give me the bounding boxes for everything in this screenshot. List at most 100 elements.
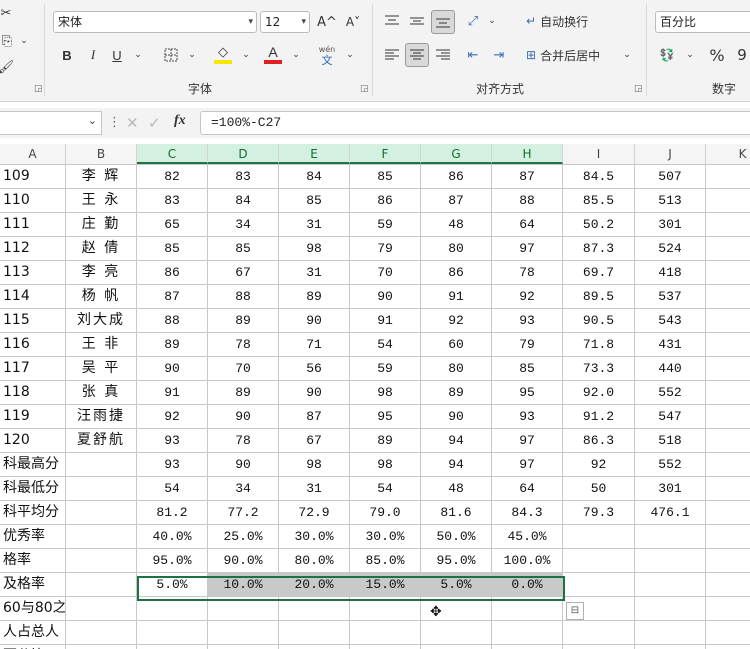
cell-h[interactable]: 78 bbox=[492, 261, 563, 285]
cell-i[interactable]: 50.2 bbox=[563, 213, 635, 237]
cell-h[interactable] bbox=[492, 597, 563, 621]
cell-g[interactable]: 94 bbox=[421, 429, 492, 453]
cell-b[interactable]: 王 非 bbox=[66, 333, 137, 357]
cell-c[interactable]: 91 bbox=[137, 381, 208, 405]
font-color-button[interactable]: A bbox=[262, 42, 284, 66]
cell-g[interactable]: 5.0% bbox=[421, 573, 492, 597]
cell-c[interactable]: 92 bbox=[137, 405, 208, 429]
percent-button[interactable]: % bbox=[706, 44, 728, 66]
cell-h[interactable]: 85 bbox=[492, 357, 563, 381]
cell-f[interactable]: 70 bbox=[350, 261, 421, 285]
cell-a[interactable]: 科最高分 bbox=[0, 453, 66, 477]
cancel-icon[interactable]: ✕ bbox=[126, 114, 139, 132]
cell-k[interactable] bbox=[706, 261, 750, 285]
cell-f[interactable]: 15.0% bbox=[350, 573, 421, 597]
cell-i[interactable]: 86.3 bbox=[563, 429, 635, 453]
cell-d[interactable]: 34 bbox=[208, 213, 279, 237]
orientation-dropdown-icon[interactable]: ⌄ bbox=[486, 14, 498, 28]
cell-k[interactable] bbox=[706, 549, 750, 573]
align-middle-button[interactable] bbox=[406, 10, 428, 32]
cell-b[interactable]: 张 真 bbox=[66, 381, 137, 405]
cell-f[interactable]: 98 bbox=[350, 453, 421, 477]
cell-f[interactable]: 85 bbox=[350, 165, 421, 189]
cell-c[interactable]: 81.2 bbox=[137, 501, 208, 525]
cell-c[interactable]: 89 bbox=[137, 333, 208, 357]
cell-g[interactable]: 60 bbox=[421, 333, 492, 357]
name-box[interactable]: ⌄ bbox=[0, 111, 102, 135]
cell-c[interactable]: 85 bbox=[137, 237, 208, 261]
cell-a[interactable]: 119 bbox=[0, 405, 66, 429]
cell-c[interactable]: 40.0% bbox=[137, 525, 208, 549]
font-name-combo[interactable]: 宋体 ▾ bbox=[53, 11, 257, 33]
merge-dropdown-icon[interactable]: ⌄ bbox=[620, 46, 634, 64]
underline-dropdown-icon[interactable]: ⌄ bbox=[132, 46, 144, 64]
cell-d[interactable]: 90.0% bbox=[208, 549, 279, 573]
cell-d[interactable]: 34 bbox=[208, 477, 279, 501]
merge-center-button[interactable]: ⊞ 合并后居中 bbox=[526, 44, 618, 66]
cell-f[interactable]: 90 bbox=[350, 285, 421, 309]
cell-b[interactable]: 庄 勤 bbox=[66, 213, 137, 237]
cell-h[interactable] bbox=[492, 645, 563, 649]
orientation-button[interactable]: ⤢ bbox=[462, 10, 484, 32]
cell-i[interactable]: 69.7 bbox=[563, 261, 635, 285]
increase-indent-button[interactable]: ⇥ bbox=[488, 44, 510, 66]
cell-k[interactable] bbox=[706, 477, 750, 501]
cell-j[interactable]: 547 bbox=[635, 405, 706, 429]
cell-i[interactable]: 92.0 bbox=[563, 381, 635, 405]
cell-h[interactable]: 0.0% bbox=[492, 573, 563, 597]
cell-a[interactable]: 优秀率 bbox=[0, 525, 66, 549]
cell-b[interactable]: 李 亮 bbox=[66, 261, 137, 285]
cell-a[interactable]: 116 bbox=[0, 333, 66, 357]
cell-j[interactable]: 513 bbox=[635, 189, 706, 213]
cell-e[interactable]: 56 bbox=[279, 357, 350, 381]
cell-b[interactable]: 王 永 bbox=[66, 189, 137, 213]
cell-e[interactable]: 90 bbox=[279, 381, 350, 405]
cell-d[interactable] bbox=[208, 645, 279, 649]
italic-button[interactable]: I bbox=[82, 44, 104, 66]
cell-g[interactable]: 95.0% bbox=[421, 549, 492, 573]
cell-k[interactable] bbox=[706, 333, 750, 357]
cell-h[interactable] bbox=[492, 621, 563, 645]
format-painter-icon[interactable]: 🖌 bbox=[0, 58, 14, 76]
cell-e[interactable]: 31 bbox=[279, 261, 350, 285]
column-header-k[interactable]: K bbox=[706, 144, 750, 164]
clipboard-launcher-icon[interactable]: ◲ bbox=[34, 84, 43, 94]
cell-e[interactable]: 31 bbox=[279, 477, 350, 501]
column-header-g[interactable]: G bbox=[421, 144, 492, 164]
cell-k[interactable] bbox=[706, 285, 750, 309]
cell-i[interactable] bbox=[563, 525, 635, 549]
border-button[interactable] bbox=[160, 44, 182, 66]
cell-f[interactable]: 59 bbox=[350, 213, 421, 237]
cell-d[interactable] bbox=[208, 621, 279, 645]
shrink-font-button[interactable]: A˅ bbox=[342, 11, 364, 33]
cell-c[interactable]: 65 bbox=[137, 213, 208, 237]
cell-c[interactable] bbox=[137, 597, 208, 621]
cell-g[interactable] bbox=[421, 621, 492, 645]
cell-e[interactable]: 67 bbox=[279, 429, 350, 453]
cell-b[interactable] bbox=[66, 549, 137, 573]
cell-a[interactable]: 及格率 bbox=[0, 573, 66, 597]
cell-i[interactable]: 87.3 bbox=[563, 237, 635, 261]
cell-g[interactable]: 90 bbox=[421, 405, 492, 429]
cell-d[interactable]: 67 bbox=[208, 261, 279, 285]
column-header-a[interactable]: A bbox=[0, 144, 66, 164]
grow-font-button[interactable]: A^ bbox=[316, 11, 338, 33]
cell-f[interactable]: 54 bbox=[350, 477, 421, 501]
cell-c[interactable] bbox=[137, 621, 208, 645]
cell-g[interactable]: 89 bbox=[421, 381, 492, 405]
fill-color-button[interactable]: ◇ bbox=[212, 42, 234, 66]
cell-j[interactable]: 552 bbox=[635, 453, 706, 477]
cell-f[interactable]: 30.0% bbox=[350, 525, 421, 549]
cell-j[interactable]: 507 bbox=[635, 165, 706, 189]
font-color-dropdown-icon[interactable]: ⌄ bbox=[290, 46, 302, 64]
cell-c[interactable]: 93 bbox=[137, 429, 208, 453]
cell-i[interactable]: 73.3 bbox=[563, 357, 635, 381]
cell-b[interactable] bbox=[66, 501, 137, 525]
cell-a[interactable]: 112 bbox=[0, 237, 66, 261]
cell-k[interactable] bbox=[706, 501, 750, 525]
cell-c[interactable]: 95.0% bbox=[137, 549, 208, 573]
column-header-b[interactable]: B bbox=[66, 144, 137, 164]
column-header-j[interactable]: J bbox=[635, 144, 706, 164]
cell-j[interactable]: 518 bbox=[635, 429, 706, 453]
cell-g[interactable]: 86 bbox=[421, 165, 492, 189]
